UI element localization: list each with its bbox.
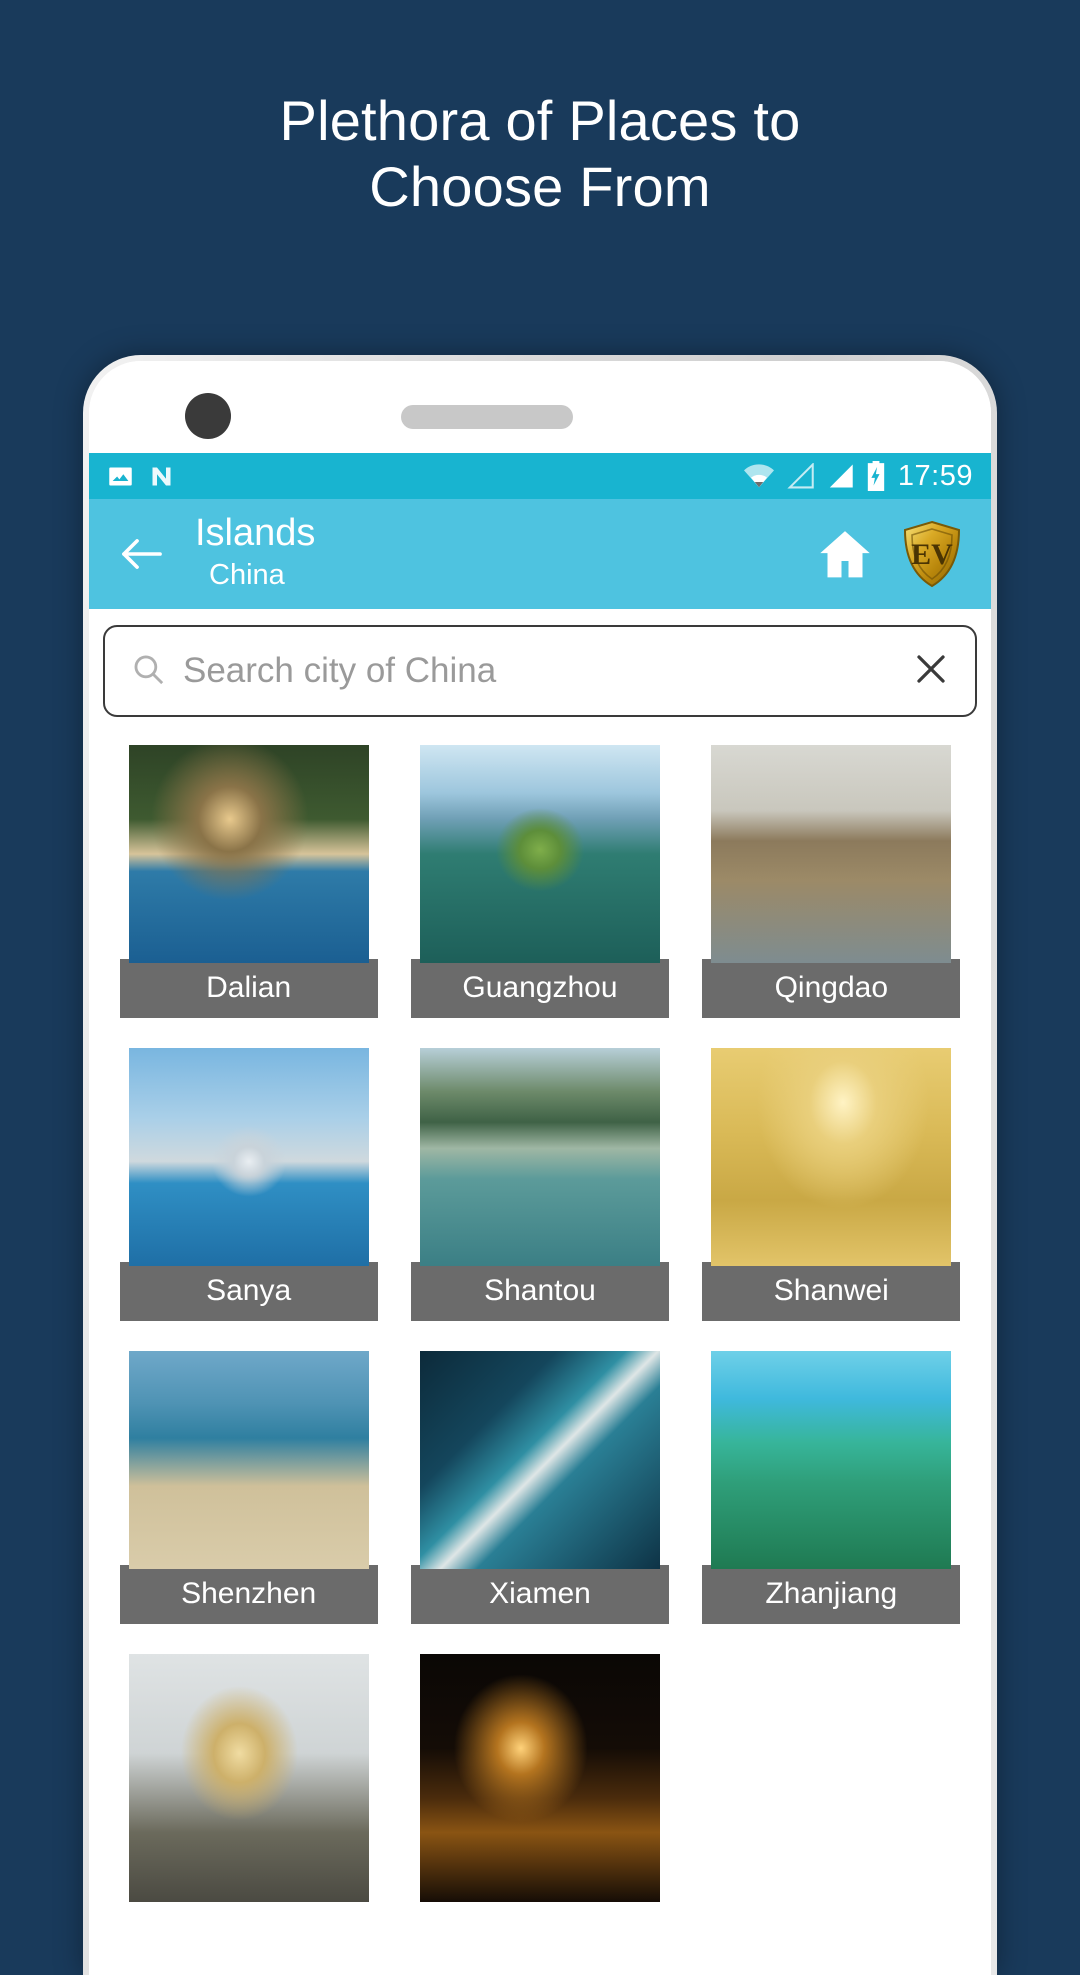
city-card[interactable] <box>103 1654 394 1932</box>
status-bar-clock: 17:59 <box>897 459 973 492</box>
earpiece-speaker <box>401 405 573 429</box>
city-thumbnail <box>711 1351 952 1569</box>
home-button[interactable] <box>815 526 875 582</box>
city-label: Dalian <box>119 959 378 1018</box>
status-bar-right-icons: 17:59 <box>743 459 973 493</box>
city-card[interactable]: Shantou <box>394 1048 685 1351</box>
city-label: Shantou <box>410 1262 669 1321</box>
city-label: Qingdao <box>702 959 961 1018</box>
city-label: Zhanjiang <box>702 1565 961 1624</box>
city-thumbnail <box>419 1351 660 1569</box>
city-label: Guangzhou <box>410 959 669 1018</box>
city-card[interactable]: Zhanjiang <box>686 1351 977 1654</box>
search-section: Search city of China <box>89 609 991 729</box>
arrow-left-icon <box>122 539 162 569</box>
city-thumbnail <box>128 1654 369 1902</box>
promo-headline-line1: Plethora of Places to <box>279 89 801 152</box>
app-toolbar: Islands China EV <box>89 499 991 609</box>
signal-full-icon <box>826 463 854 489</box>
back-button[interactable] <box>111 534 173 574</box>
toolbar-titles: Islands China <box>195 513 315 595</box>
toolbar-actions: EV <box>815 520 969 588</box>
city-thumbnail <box>419 1048 660 1266</box>
city-card[interactable]: Shenzhen <box>103 1351 394 1654</box>
city-thumbnail <box>128 745 369 963</box>
city-thumbnail <box>711 1048 952 1266</box>
city-label: Shanwei <box>702 1262 961 1321</box>
city-grid: Dalian Guangzhou Qingdao Sanya Shantou S… <box>89 729 991 1932</box>
close-icon <box>917 654 945 683</box>
phone-top-bezel <box>89 361 991 453</box>
android-nougat-icon <box>148 463 175 490</box>
status-bar-left-icons <box>107 463 175 490</box>
search-input[interactable]: Search city of China <box>103 625 977 717</box>
promo-headline-line2: Choose From <box>369 154 711 218</box>
city-thumbnail <box>128 1351 369 1569</box>
city-card[interactable]: Guangzhou <box>394 745 685 1048</box>
clear-search-button[interactable] <box>901 651 949 692</box>
ev-shield-logo[interactable]: EV <box>901 520 963 588</box>
ev-logo-text: EV <box>911 538 953 571</box>
city-card[interactable]: Dalian <box>103 745 394 1048</box>
front-camera-icon <box>185 393 231 439</box>
city-card[interactable]: Qingdao <box>686 745 977 1048</box>
city-card[interactable]: Shanwei <box>686 1048 977 1351</box>
status-bar: 17:59 <box>89 453 991 499</box>
city-thumbnail <box>419 745 660 963</box>
city-thumbnail <box>711 745 952 963</box>
signal-empty-icon <box>786 463 814 489</box>
city-label: Xiamen <box>410 1565 669 1624</box>
wifi-icon <box>743 463 774 489</box>
city-thumbnail <box>128 1048 369 1266</box>
page-subtitle: China <box>209 559 285 592</box>
promo-headline: Plethora of Places to Choose From <box>0 88 1080 219</box>
search-placeholder-text: Search city of China <box>183 651 497 690</box>
home-icon <box>820 531 870 578</box>
phone-screen: 17:59 Islands China EV Search city of Ch… <box>89 361 991 1975</box>
city-card[interactable] <box>394 1654 685 1932</box>
image-icon <box>107 463 134 490</box>
city-card[interactable]: Sanya <box>103 1048 394 1351</box>
search-icon <box>131 652 165 691</box>
city-label: Sanya <box>119 1262 378 1321</box>
city-label: Shenzhen <box>119 1565 378 1624</box>
battery-charging-icon <box>866 461 886 491</box>
city-card[interactable]: Xiamen <box>394 1351 685 1654</box>
page-title: Islands <box>195 512 316 555</box>
city-thumbnail <box>419 1654 660 1902</box>
phone-mockup-frame: 17:59 Islands China EV Search city of Ch… <box>83 355 997 1975</box>
